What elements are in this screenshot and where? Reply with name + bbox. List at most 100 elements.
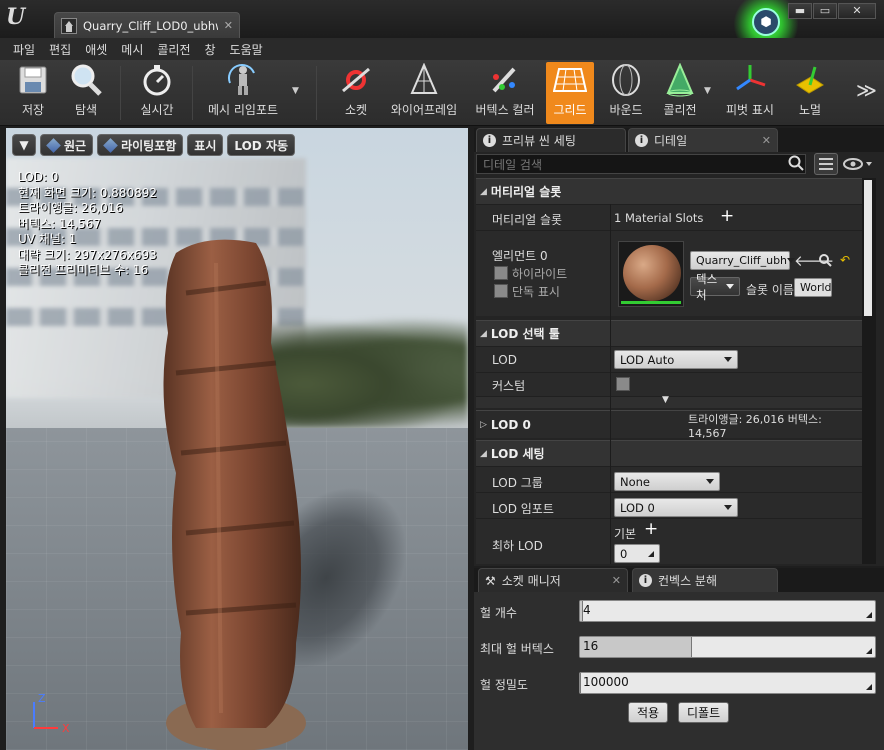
material-slots-count: 1 Material Slots bbox=[614, 211, 704, 225]
spin-corner-icon bbox=[648, 550, 654, 557]
category-lod-settings-label: LOD 세팅 bbox=[490, 447, 545, 461]
pivot-label: 피벗 표시 bbox=[726, 103, 774, 117]
details-scrollbar[interactable] bbox=[862, 178, 876, 564]
lod-import-dropdown[interactable]: LOD 0 bbox=[614, 498, 738, 517]
bounds-button[interactable]: 바운드 bbox=[604, 62, 648, 124]
source-control-icon[interactable]: ⬢ bbox=[752, 8, 780, 36]
isolate-checkbox[interactable] bbox=[494, 284, 508, 298]
stat-triangles: 트라이앵글: 26,016 bbox=[18, 201, 124, 215]
socket-manager-icon: ⚒ bbox=[485, 573, 496, 588]
wireframe-icon bbox=[407, 63, 441, 97]
menu-window[interactable]: 창 bbox=[198, 41, 223, 58]
collision-button[interactable]: 콜리전 bbox=[658, 62, 702, 124]
menu-mesh[interactable]: 메시 bbox=[114, 41, 150, 58]
browse-asset-icon[interactable] bbox=[818, 253, 832, 267]
lod-group-dropdown[interactable]: None bbox=[614, 472, 720, 491]
hull-precision-value: 100000 bbox=[583, 675, 629, 689]
perspective-button[interactable]: 원근 bbox=[40, 134, 94, 156]
pivot-button[interactable]: 피벗 표시 bbox=[722, 62, 778, 124]
collision-label: 콜리전 bbox=[663, 103, 697, 117]
textures-label: 텍스처 bbox=[696, 271, 718, 302]
category-lod-settings[interactable]: ◢ LOD 세팅 bbox=[476, 440, 862, 466]
hull-precision-slider[interactable]: 100000 bbox=[579, 672, 876, 694]
pivot-icon bbox=[733, 63, 767, 97]
close-tab-icon[interactable]: ✕ bbox=[612, 574, 621, 587]
custom-checkbox[interactable] bbox=[616, 377, 630, 391]
socket-button[interactable]: 소켓 bbox=[336, 62, 376, 124]
category-material-slots[interactable]: ◢ 머티리얼 슬롯 bbox=[476, 178, 862, 204]
toolbar-overflow-icon[interactable]: ≫ bbox=[856, 78, 877, 102]
lit-mode-button[interactable]: 라이팅포함 bbox=[97, 134, 184, 156]
reset-to-default-icon[interactable]: ↶ bbox=[840, 253, 850, 267]
lod-label: LOD bbox=[492, 353, 517, 367]
close-window-button[interactable]: ✕ bbox=[838, 3, 876, 19]
material-asset-picker[interactable]: Quarry_Cliff_ubh bbox=[690, 251, 796, 270]
highlight-checkbox[interactable] bbox=[494, 266, 508, 280]
max-hull-verts-slider[interactable]: 16 bbox=[579, 636, 876, 658]
eye-icon bbox=[843, 158, 872, 170]
defaults-button[interactable]: 디폴트 bbox=[678, 702, 730, 723]
slot-name-input[interactable]: World bbox=[794, 278, 832, 297]
menu-file[interactable]: 파일 bbox=[6, 41, 42, 58]
vertex-color-button[interactable]: 버텍스 컬러 bbox=[472, 62, 538, 124]
grid-button[interactable]: 그리드 bbox=[546, 62, 594, 124]
visibility-options-button[interactable] bbox=[842, 155, 876, 173]
reimport-mesh-button[interactable]: 메시 리임포트 bbox=[202, 62, 284, 124]
realtime-button[interactable]: 실시간 bbox=[134, 62, 180, 124]
viewport[interactable]: ▼ 원근 라이팅포함 표시 LOD 자동 LOD: 0 현재 화면 크기: 0.… bbox=[6, 128, 468, 750]
title-bar: U Quarry_Cliff_LOD0_ubhwb ✕ ⬢ ▬ ▭ ✕ bbox=[0, 0, 884, 56]
close-tab-icon[interactable]: ✕ bbox=[224, 19, 233, 32]
min-lod-input[interactable]: 0 bbox=[614, 544, 660, 563]
dropdown-arrow-icon bbox=[724, 505, 732, 510]
details-scrollbar-thumb[interactable] bbox=[864, 180, 872, 316]
grid-icon bbox=[553, 63, 587, 97]
tab-convex-decomposition[interactable]: i 컨벡스 분해 bbox=[632, 568, 778, 592]
reimport-dropdown-icon[interactable]: ▼ bbox=[292, 86, 299, 96]
category-lod-0[interactable]: ▷ LOD 0 트라이앵글: 26,016 버텍스: 14,567 bbox=[476, 410, 862, 440]
hull-count-label: 헐 개수 bbox=[480, 606, 517, 620]
add-platform-override-button[interactable]: + bbox=[644, 519, 658, 539]
normal-button[interactable]: 노멀 bbox=[790, 62, 830, 124]
lod-auto-button[interactable]: LOD 자동 bbox=[227, 134, 296, 156]
wireframe-button[interactable]: 와이어프레임 bbox=[388, 62, 460, 124]
advanced-expander[interactable]: ▼ bbox=[476, 395, 862, 408]
list-view-button[interactable] bbox=[814, 153, 838, 175]
list-view-icon bbox=[819, 158, 833, 170]
axis-z-label: Z bbox=[38, 692, 46, 705]
collision-dropdown-icon[interactable]: ▼ bbox=[704, 86, 711, 96]
toolbar-separator bbox=[120, 66, 121, 120]
lod-import-label: LOD 임포트 bbox=[492, 502, 554, 516]
info-icon: i bbox=[639, 574, 652, 587]
socket-label: 소켓 bbox=[344, 103, 368, 117]
normal-label: 노멀 bbox=[798, 103, 822, 117]
menu-asset[interactable]: 애셋 bbox=[78, 41, 114, 58]
material-thumbnail[interactable] bbox=[618, 241, 684, 307]
menu-help[interactable]: 도움말 bbox=[223, 41, 270, 58]
min-lod-label: 최하 LOD bbox=[492, 539, 543, 553]
search-icon[interactable] bbox=[788, 155, 804, 171]
close-tab-icon[interactable]: ✕ bbox=[762, 134, 771, 147]
tab-socket-manager[interactable]: ⚒ 소켓 매니저 ✕ bbox=[478, 568, 628, 592]
maximize-button[interactable]: ▭ bbox=[813, 3, 837, 19]
minimize-button[interactable]: ▬ bbox=[788, 3, 812, 19]
category-lod-picker[interactable]: ◢ LOD 선택 툴 bbox=[476, 320, 862, 346]
lod-dropdown[interactable]: LOD Auto bbox=[614, 350, 738, 369]
tab-details[interactable]: i 디테일 ✕ bbox=[628, 128, 778, 152]
custom-label: 커스텀 bbox=[492, 379, 526, 393]
static-mesh-icon bbox=[61, 17, 77, 34]
tab-preview-scene-settings[interactable]: i 프리뷰 씬 세팅 bbox=[476, 128, 626, 152]
socket-icon bbox=[339, 63, 373, 97]
menu-collision[interactable]: 콜리전 bbox=[150, 41, 197, 58]
add-material-slot-button[interactable]: + bbox=[720, 206, 734, 226]
show-button[interactable]: 표시 bbox=[187, 134, 224, 156]
hull-count-slider[interactable]: 4 bbox=[579, 600, 876, 622]
document-tab[interactable]: Quarry_Cliff_LOD0_ubhwb ✕ bbox=[54, 12, 240, 38]
details-search-input[interactable]: 디테일 검색 bbox=[476, 154, 806, 174]
apply-button[interactable]: 적용 bbox=[628, 702, 669, 723]
textures-dropdown[interactable]: 텍스처 bbox=[690, 272, 740, 302]
menu-edit[interactable]: 편집 bbox=[42, 41, 78, 58]
viewport-options-button[interactable]: ▼ bbox=[12, 134, 36, 156]
save-button[interactable]: 저장 bbox=[12, 62, 54, 124]
browse-button[interactable]: 탐색 bbox=[62, 62, 110, 124]
unreal-logo-icon[interactable]: U bbox=[6, 4, 28, 30]
